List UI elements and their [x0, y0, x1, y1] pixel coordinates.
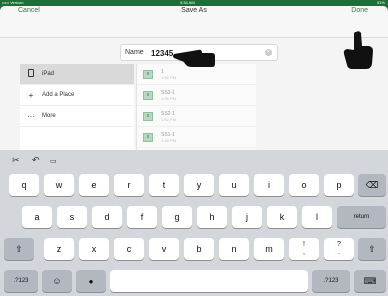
- name-label: Name: [125, 49, 144, 56]
- file-meta: 1:58 PM: [161, 74, 176, 80]
- save-as-dialog: Cancel Save As Done Name ✕ iPad + Add a …: [0, 6, 388, 150]
- key-j[interactable]: j: [232, 206, 262, 228]
- key-t[interactable]: t: [149, 174, 179, 196]
- location-label: More: [42, 113, 56, 119]
- numbers-key-left[interactable]: .?123: [4, 270, 38, 292]
- key-z[interactable]: z: [44, 238, 74, 260]
- key-p[interactable]: p: [324, 174, 354, 196]
- key-b[interactable]: b: [184, 238, 214, 260]
- keyboard-shortcut-bar: ✂ ↶ ▭: [0, 150, 388, 170]
- file-meta: 1:48 PM: [161, 137, 176, 143]
- spreadsheet-icon: x: [143, 90, 153, 100]
- numbers-label: .?123: [323, 278, 339, 284]
- key-h[interactable]: h: [197, 206, 227, 228]
- key-f[interactable]: f: [127, 206, 157, 228]
- key-c[interactable]: c: [114, 238, 144, 260]
- key-s[interactable]: s: [57, 206, 87, 228]
- undo-icon[interactable]: ↶: [32, 155, 40, 166]
- microphone-icon[interactable]: ●: [76, 270, 106, 292]
- file-item[interactable]: x SS1-1 1:48 PM: [137, 127, 257, 148]
- done-button[interactable]: Done: [351, 7, 368, 14]
- numbers-key-right[interactable]: .?123: [312, 270, 350, 292]
- key-a[interactable]: a: [22, 206, 52, 228]
- key-m[interactable]: m: [254, 238, 284, 260]
- spreadsheet-icon: x: [143, 69, 153, 79]
- emoji-icon[interactable]: ☺: [42, 270, 72, 292]
- file-name: SS3-1: [161, 89, 175, 96]
- key-i[interactable]: i: [254, 174, 284, 196]
- location-label: iPad: [42, 71, 55, 77]
- key-w[interactable]: w: [44, 174, 74, 196]
- key-o[interactable]: o: [289, 174, 319, 196]
- key-g[interactable]: g: [162, 206, 192, 228]
- onscreen-keyboard: ✂ ↶ ▭ q w e r t y u i o p ⌫ a s d f g h …: [0, 150, 388, 296]
- key-k[interactable]: k: [267, 206, 297, 228]
- file-item[interactable]: x SS3-1 1:56 PM: [137, 85, 257, 106]
- file-meta: 1:56 PM: [161, 95, 176, 101]
- location-list: iPad + Add a Place ··· More: [20, 64, 134, 150]
- backspace-key[interactable]: ⌫: [358, 174, 386, 196]
- pointing-hand-icon: [173, 49, 215, 67]
- location-add-place[interactable]: + Add a Place: [20, 85, 134, 106]
- spreadsheet-icon: x: [143, 132, 153, 142]
- space-bar[interactable]: [110, 270, 308, 292]
- file-list: x 1 1:58 PM x SS3-1 1:56 PM x SS2-1 1:52 PM…: [136, 64, 257, 150]
- file-item[interactable]: x SS2-1 1:52 PM: [137, 106, 257, 127]
- key-n[interactable]: n: [219, 238, 249, 260]
- key-x[interactable]: x: [79, 238, 109, 260]
- ipad-icon: [20, 69, 42, 79]
- key-u[interactable]: u: [219, 174, 249, 196]
- location-label: Add a Place: [42, 92, 75, 98]
- spreadsheet-icon: x: [143, 111, 153, 121]
- key-question-period[interactable]: ? .: [324, 238, 354, 260]
- plus-icon: +: [28, 90, 34, 100]
- key-r[interactable]: r: [114, 174, 144, 196]
- paste-icon[interactable]: ▭: [50, 157, 57, 165]
- key-exclaim-comma[interactable]: ! ,: [289, 238, 319, 260]
- cut-icon[interactable]: ✂: [12, 155, 20, 166]
- key-y[interactable]: y: [184, 174, 214, 196]
- file-meta: 1:52 PM: [161, 116, 176, 122]
- dialog-title: Save As: [181, 7, 207, 14]
- file-name: SS2-1: [161, 110, 175, 117]
- key-l[interactable]: l: [302, 206, 332, 228]
- shift-left-key[interactable]: ⇧: [4, 238, 34, 260]
- dialog-header: Cancel Save As Done: [0, 6, 388, 38]
- ellipsis-icon: ···: [27, 111, 35, 121]
- key-v[interactable]: v: [149, 238, 179, 260]
- pointing-hand-icon: [343, 31, 373, 69]
- file-name: SS1-1: [161, 131, 175, 138]
- return-key[interactable]: return: [337, 206, 386, 228]
- key-d[interactable]: d: [92, 206, 122, 228]
- numbers-label: .?123: [13, 278, 29, 284]
- return-label: return: [353, 214, 370, 220]
- key-e[interactable]: e: [79, 174, 109, 196]
- key-q[interactable]: q: [9, 174, 39, 196]
- shift-right-key[interactable]: ⇧: [358, 238, 386, 260]
- location-ipad[interactable]: iPad: [20, 64, 134, 85]
- clear-circle-icon[interactable]: ✕: [265, 49, 272, 56]
- hide-keyboard-icon[interactable]: ⌨: [354, 270, 386, 292]
- location-more[interactable]: ··· More: [20, 106, 134, 127]
